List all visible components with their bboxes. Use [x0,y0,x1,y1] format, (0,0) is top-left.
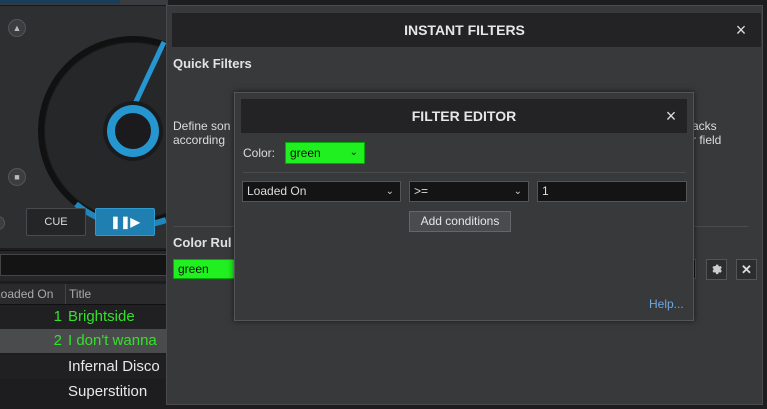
help-link[interactable]: Help... [649,297,684,311]
row-title: I don't wanna [68,332,157,349]
column-header-loaded-on[interactable]: Loaded On ▾ [0,287,56,301]
table-row[interactable]: 2 I don't wanna [0,329,168,353]
color-label: Color: [243,146,276,160]
condition-field-select[interactable]: Loaded On ⌄ [242,181,401,202]
column-separator[interactable] [65,284,66,304]
editor-divider [243,172,686,173]
row-title: Superstition [68,383,148,400]
column-header-title[interactable]: Title [69,287,91,301]
waveform-segment [0,0,120,4]
chevron-down-icon: ⌄ [513,186,522,197]
browser-table-header: Loaded On ▾ Title [0,284,168,305]
stop-icon[interactable]: ■ [8,168,26,186]
chevron-down-icon: ⌄ [349,147,358,158]
description-line: Define son [173,119,231,133]
quick-filters-description: Define son according [173,119,239,147]
condition-field-value: Loaded On [247,184,307,198]
row-loaded-on: 2 [53,332,62,349]
table-row[interactable]: 1 Brightside [0,305,168,329]
color-rule-name-field[interactable]: green [173,259,237,279]
gear-icon[interactable] [706,259,727,280]
remove-rule-button[interactable]: ✕ [736,259,757,280]
description-line: acks [692,119,717,133]
description-line: according [173,133,226,147]
row-loaded-on: 1 [53,308,62,325]
deck-waveform-strip [0,0,168,6]
play-pause-button[interactable]: ❚❚▶ [95,208,155,236]
color-rules-heading: Color Rul [173,235,232,250]
chevron-down-icon: ⌄ [385,186,394,197]
search-input[interactable] [0,254,168,276]
row-title: Infernal Disco [68,358,160,375]
filter-editor-title: FILTER EDITOR [411,108,517,124]
condition-operator-select[interactable]: >= ⌄ [409,181,529,202]
quick-filters-description-tail: acks r field [692,119,721,147]
color-select[interactable]: green ⌄ [285,142,365,164]
cue-button[interactable]: CUE [26,208,86,236]
condition-value-input[interactable]: 1 [537,181,687,202]
close-icon[interactable]: × [661,105,681,127]
instant-filters-title: INSTANT FILTERS [404,22,525,38]
quick-filters-heading: Quick Filters [173,56,252,71]
add-conditions-button[interactable]: Add conditions [409,211,511,232]
eject-icon[interactable]: ▲ [8,19,26,37]
table-row[interactable]: Infernal Disco [0,355,168,379]
color-select-value: green [290,146,321,160]
jog-position-marker [130,40,167,110]
description-line: r field [692,133,722,147]
table-row[interactable]: Superstition [0,380,168,404]
condition-operator-value: >= [414,184,429,198]
close-icon[interactable]: × [731,19,751,41]
row-title: Brightside [68,308,135,325]
